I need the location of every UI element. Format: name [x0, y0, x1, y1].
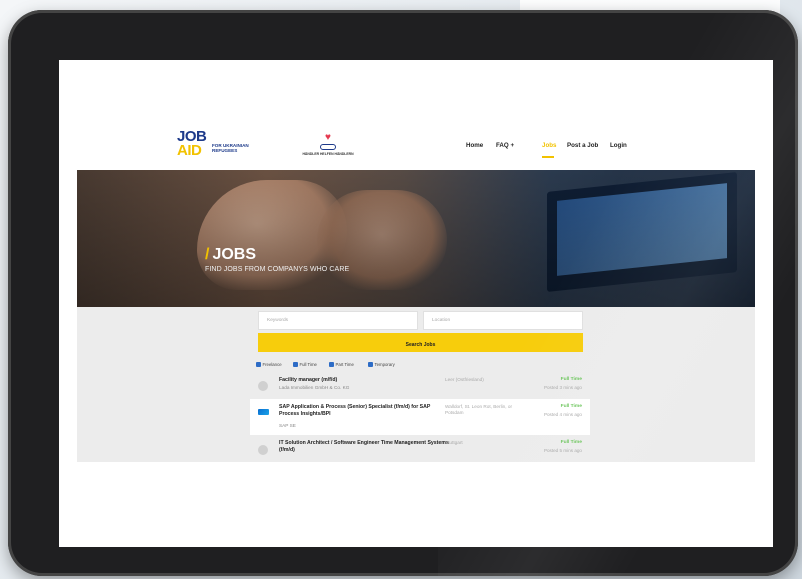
filter-temporary[interactable]: Temporary [368, 362, 395, 367]
job-listing-row[interactable]: SAP Application & Process (Senior) Speci… [250, 399, 590, 435]
job-type-badge: Full Time [560, 377, 582, 382]
job-type-badge: Full Time [560, 404, 582, 409]
site-header: JOB AID FOR UKRAINIAN REFUGEES ♥ HÄNDLER… [59, 60, 773, 168]
sap-logo-icon [258, 409, 269, 415]
jobaid-logo[interactable]: JOB AID FOR UKRAINIAN REFUGEES [177, 129, 249, 159]
checkbox-checked-icon[interactable] [329, 362, 334, 367]
search-jobs-button[interactable]: Search Jobs [258, 333, 583, 352]
hero-banner: / JOBS FIND JOBS FROM COMPANYS WHO CARE [77, 170, 755, 307]
job-type-badge: Full Time [560, 440, 582, 445]
job-company: SAP SE [279, 423, 296, 428]
location-placeholder: Location [432, 318, 451, 323]
active-nav-indicator [542, 156, 554, 158]
job-posted-time: Posted 3 mins ago [543, 385, 582, 390]
nav-jobs[interactable]: Jobs [542, 142, 556, 149]
job-title[interactable]: Facility manager (m/f/d) [279, 377, 449, 384]
hand-icon [320, 144, 336, 150]
logo-tagline-line2: REFUGEES [212, 148, 238, 153]
nav-post-a-job[interactable]: Post a Job [567, 142, 598, 149]
nav-home[interactable]: Home [466, 142, 483, 149]
checkbox-checked-icon[interactable] [368, 362, 373, 367]
tablet-frame: JOB AID FOR UKRAINIAN REFUGEES ♥ HÄNDLER… [8, 10, 798, 576]
hero-overlay [77, 170, 755, 307]
page-title: / JOBS [205, 246, 256, 264]
job-location: Leer (Ostfriesland) [445, 377, 484, 382]
job-search-section: Keywords Location Search Jobs Freelance … [77, 307, 755, 462]
job-company: Lada Immobilien GmbH & Co. KG [279, 385, 350, 390]
job-posted-time: Posted 4 mins ago [543, 412, 582, 417]
filter-part-time[interactable]: Part Time [329, 362, 354, 367]
keywords-placeholder: Keywords [267, 318, 289, 323]
job-title[interactable]: SAP Application & Process (Senior) Speci… [279, 404, 449, 417]
title-slash: / [205, 246, 210, 263]
filter-temporary-label: Temporary [374, 362, 395, 367]
filter-full-time[interactable]: Full Time [293, 362, 317, 367]
page-subtitle: FIND JOBS FROM COMPANYS WHO CARE [205, 266, 350, 273]
job-listing-row[interactable]: Facility manager (m/f/d) Lada Immobilien… [250, 373, 590, 399]
job-posted-time: Posted 5 mins ago [543, 448, 582, 453]
logo-tagline: FOR UKRAINIAN REFUGEES [212, 143, 249, 153]
job-location: Walldorf, St. Leon Rot, Berlin, or Potsd… [445, 404, 513, 415]
job-title[interactable]: IT Solution Architect / Software Enginee… [279, 440, 449, 453]
logo-text-aid: AID [177, 142, 202, 159]
job-listing-row[interactable]: IT Solution Architect / Software Enginee… [250, 435, 590, 462]
search-jobs-label: Search Jobs [405, 342, 436, 348]
heart-icon: ♥ [325, 132, 331, 143]
nav-faq[interactable]: FAQ + [496, 142, 514, 149]
filter-freelance[interactable]: Freelance [256, 362, 282, 367]
filter-full-time-label: Full Time [299, 362, 317, 367]
building-icon [258, 445, 268, 455]
tablet-screen: JOB AID FOR UKRAINIAN REFUGEES ♥ HÄNDLER… [59, 60, 773, 547]
filter-freelance-label: Freelance [262, 362, 282, 367]
building-icon [258, 381, 268, 391]
location-input[interactable]: Location [423, 311, 583, 330]
checkbox-checked-icon[interactable] [256, 362, 261, 367]
nav-login[interactable]: Login [610, 142, 627, 149]
partner-logo-text: HÄNDLER HELFEN HÄNDLERN [302, 152, 354, 156]
keywords-input[interactable]: Keywords [258, 311, 418, 330]
filter-part-time-label: Part Time [335, 362, 354, 367]
checkbox-checked-icon[interactable] [293, 362, 298, 367]
partner-logo[interactable]: ♥ HÄNDLER HELFEN HÄNDLERN [298, 132, 358, 157]
title-text: JOBS [212, 246, 257, 263]
device-mockup-background: JOB AID FOR UKRAINIAN REFUGEES ♥ HÄNDLER… [0, 0, 802, 579]
job-location: Stuttgart [445, 440, 463, 445]
